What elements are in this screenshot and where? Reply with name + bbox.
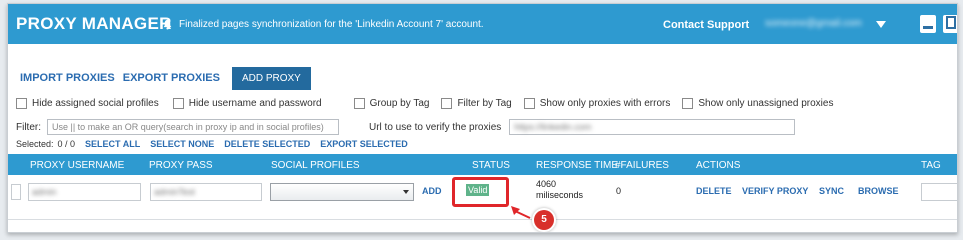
notification-text: Finalized pages synchronization for the … (179, 19, 484, 30)
username-value: admin (32, 187, 57, 197)
delete-link[interactable]: DELETE (696, 186, 732, 196)
notification: Finalized pages synchronization for the … (162, 19, 484, 30)
select-none-link[interactable]: SELECT NONE (150, 139, 214, 149)
add-proxy-button[interactable]: ADD PROXY (231, 66, 311, 90)
filter-options: Hide assigned social profiles Hide usern… (16, 98, 833, 109)
option-label: Show only unassigned proxies (698, 98, 834, 109)
sync-link[interactable]: SYNC (819, 186, 844, 196)
option-filter-by-tag[interactable]: Filter by Tag (441, 98, 512, 109)
checkbox[interactable] (353, 98, 365, 109)
filter-bar: Filter: Use || to make an OR query(searc… (16, 119, 796, 135)
failures-count: 0 (616, 186, 622, 196)
option-label: Show only proxies with errors (539, 98, 671, 109)
option-hide-credentials[interactable]: Hide username and password (172, 98, 322, 109)
verify-url-label: Url to use to verify the proxies (369, 121, 502, 133)
option-only-unassigned[interactable]: Show only unassigned proxies (682, 98, 833, 109)
selected-label: Selected: (16, 139, 54, 149)
password-value: adminTest (154, 187, 196, 197)
social-profiles-select[interactable] (270, 183, 414, 201)
export-proxies-link[interactable]: EXPORT PROXIES (123, 72, 220, 84)
option-hide-assigned[interactable]: Hide assigned social profiles (16, 98, 159, 109)
proxy-manager-window: PROXY MANAGER Finalized pages synchroniz… (7, 3, 958, 233)
step-number-badge: 5 (534, 210, 554, 230)
chevron-down-icon (403, 190, 409, 194)
checkbox[interactable] (172, 98, 184, 109)
user-email[interactable]: someone@gmail.com (765, 18, 871, 31)
response-time-value: 4060 (536, 179, 557, 189)
verify-url-input[interactable]: https://linkedin.com (509, 119, 796, 135)
checkbox[interactable] (441, 98, 453, 109)
option-only-errors[interactable]: Show only proxies with errors (523, 98, 671, 109)
col-tag: TAG (921, 160, 941, 171)
app-title: PROXY MANAGER (16, 14, 172, 33)
checkbox[interactable] (523, 98, 535, 109)
col-actions: ACTIONS (696, 160, 741, 171)
row-checkbox[interactable] (11, 184, 21, 200)
option-label: Hide assigned social profiles (32, 98, 159, 109)
col-social-profiles: SOCIAL PROFILES (271, 160, 360, 171)
bell-icon (163, 19, 172, 30)
status-badge: Valid (466, 184, 490, 196)
checkbox[interactable] (682, 98, 694, 109)
verify-proxy-link[interactable]: VERIFY PROXY (742, 186, 808, 196)
filter-label: Filter: (16, 121, 41, 133)
response-time-unit: miliseconds (536, 190, 584, 200)
table-header: PROXY USERNAME PROXY PASS SOCIAL PROFILE… (8, 154, 957, 175)
contact-support-link[interactable]: Contact Support (663, 19, 749, 31)
browse-link[interactable]: BROWSE (858, 186, 899, 196)
selection-bar: Selected: 0 / 0 SELECT ALL SELECT NONE D… (16, 139, 408, 149)
verify-url-value: https://linkedin.com (514, 122, 592, 132)
minimize-button[interactable] (920, 15, 936, 33)
option-label: Group by Tag (369, 98, 430, 109)
checkbox[interactable] (16, 98, 27, 109)
option-group-by-tag[interactable]: Group by Tag (353, 98, 430, 109)
filter-input[interactable]: Use || to make an OR query(search in pro… (47, 119, 339, 135)
add-profile-link[interactable]: ADD (422, 186, 442, 196)
top-bar: PROXY MANAGER Finalized pages synchroniz… (8, 4, 957, 44)
col-failures: #FAILURES (615, 160, 669, 171)
col-proxy-username: PROXY USERNAME (30, 160, 125, 171)
table-row: admin adminTest ADD Valid 4060 milisecon… (8, 175, 957, 220)
username-input[interactable]: admin (28, 183, 141, 201)
tag-input[interactable] (921, 183, 957, 201)
password-input[interactable]: adminTest (150, 183, 262, 201)
select-all-link[interactable]: SELECT ALL (85, 139, 140, 149)
selected-count: 0 / 0 (57, 139, 76, 149)
delete-selected-link[interactable]: DELETE SELECTED (224, 139, 310, 149)
proxy-actions: IMPORT PROXIES EXPORT PROXIES ADD PROXY (20, 66, 311, 90)
col-response-time: RESPONSE TIME (536, 160, 619, 171)
maximize-button[interactable] (943, 15, 957, 33)
export-selected-link[interactable]: EXPORT SELECTED (320, 139, 408, 149)
col-proxy-pass: PROXY PASS (149, 160, 213, 171)
col-status: STATUS (472, 160, 510, 171)
account-dropdown-icon[interactable] (876, 21, 886, 28)
option-label: Filter by Tag (457, 98, 512, 109)
import-proxies-link[interactable]: IMPORT PROXIES (20, 72, 115, 84)
option-label: Hide username and password (188, 98, 322, 109)
response-time: 4060 miliseconds (536, 179, 583, 201)
